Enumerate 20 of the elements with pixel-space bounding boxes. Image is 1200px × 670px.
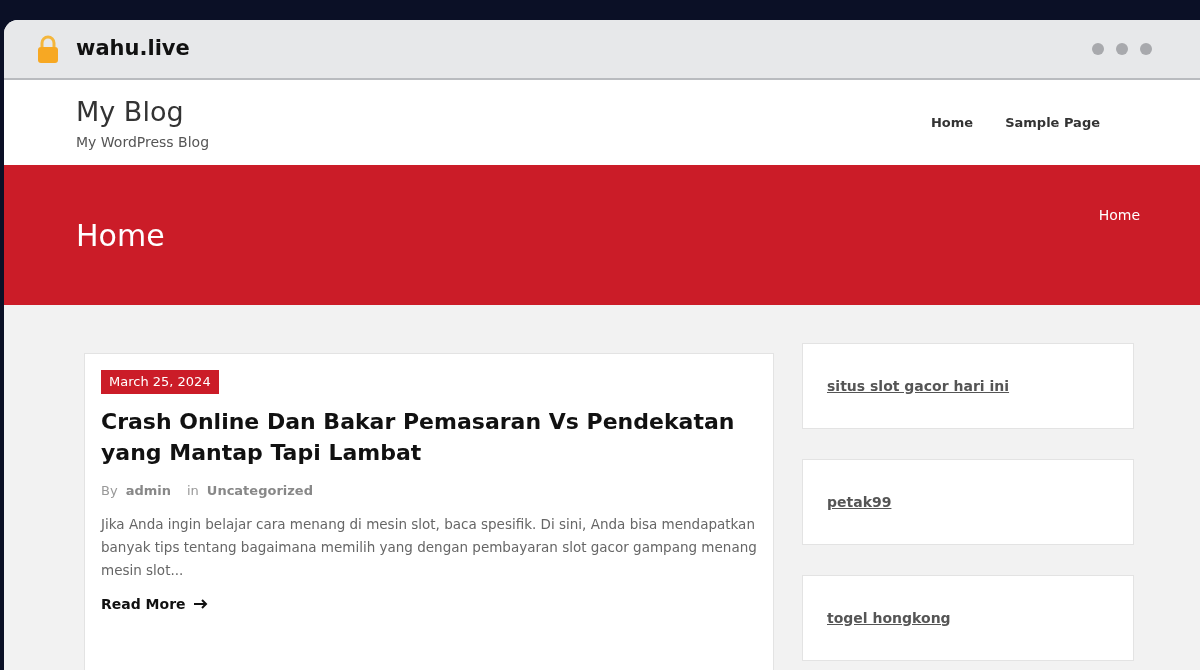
banner-title: Home bbox=[76, 216, 165, 255]
author-link[interactable]: admin bbox=[125, 481, 171, 501]
by-label: By bbox=[101, 482, 118, 501]
arrow-right-icon bbox=[193, 599, 208, 610]
breadcrumb-link[interactable]: Home bbox=[1098, 205, 1140, 226]
category-link[interactable]: Uncategorized bbox=[206, 481, 313, 501]
lock-icon bbox=[36, 34, 60, 64]
post-title[interactable]: Crash Online Dan Bakar Pemasaran Vs Pendekatan yang Mantap Tapi Lambat bbox=[101, 405, 757, 470]
site-tagline: My WordPress Blog bbox=[76, 133, 210, 153]
in-label: in bbox=[186, 482, 199, 501]
widget-link[interactable]: situs slot gacor hari ini bbox=[827, 375, 1010, 397]
url-text[interactable]: wahu.live bbox=[76, 33, 190, 65]
post-date: March 25, 2024 bbox=[101, 370, 219, 394]
read-more-link[interactable]: Read More bbox=[101, 593, 757, 615]
post-excerpt: Jika Anda ingin belajar cara menang di mesin slot, baca spesifik. Di sini, Anda bisa mendapatkan banyak tips tentang bagaimana memilih yang dengan pembayaran slot gacor gampang menang mesin slot... bbox=[101, 514, 757, 580]
site-title[interactable]: My Blog bbox=[76, 91, 210, 133]
nav-link[interactable]: Sample Page bbox=[1005, 112, 1100, 133]
widget-link[interactable]: petak99 bbox=[827, 491, 892, 513]
nav-link[interactable]: Home bbox=[930, 112, 974, 133]
widget-link[interactable]: togel hongkong bbox=[827, 607, 951, 629]
